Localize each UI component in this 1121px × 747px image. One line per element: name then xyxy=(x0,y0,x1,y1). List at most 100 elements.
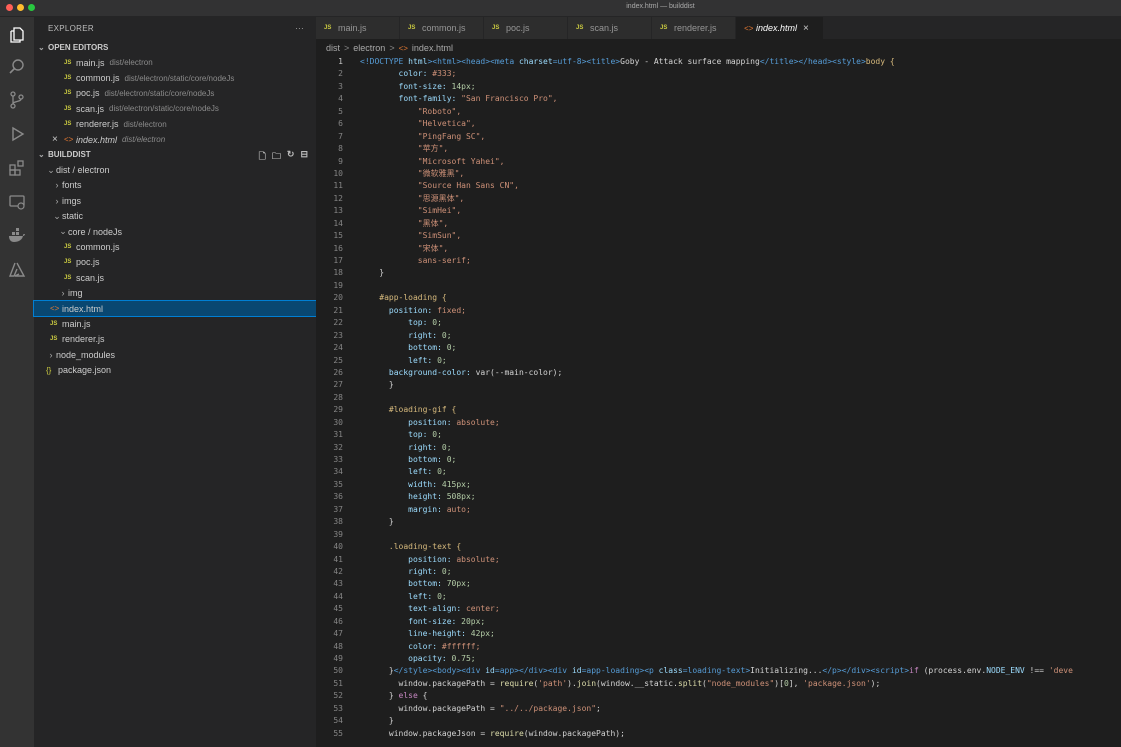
code-line[interactable]: 48 color: #ffffff; xyxy=(316,641,1121,653)
code-line[interactable]: 6 "Helvetica", xyxy=(316,118,1121,130)
tree-file-index-html[interactable]: <> index.html xyxy=(33,299,317,318)
tree-folder-dist[interactable]: ⌄ dist / electron xyxy=(34,162,316,177)
code-line[interactable]: 27 } xyxy=(316,379,1121,391)
close-tab-icon[interactable]: × xyxy=(803,23,809,34)
tree-folder-static[interactable]: ⌄ static xyxy=(34,209,316,224)
open-editor-item[interactable]: JS common.js dist/electron/static/core/n… xyxy=(34,70,316,85)
code-line[interactable]: 35 width: 415px; xyxy=(316,479,1121,491)
breadcrumb-dist[interactable]: dist xyxy=(326,43,340,53)
code-line[interactable]: 2 color: #333; xyxy=(316,68,1121,80)
code-line[interactable]: 32 right: 0; xyxy=(316,442,1121,454)
code-line[interactable]: 37 margin: auto; xyxy=(316,504,1121,516)
tree-file-renderer[interactable]: JS renderer.js xyxy=(34,332,316,347)
code-line[interactable]: 5 "Roboto", xyxy=(316,106,1121,118)
code-line[interactable]: 54 } xyxy=(316,715,1121,727)
code-line[interactable]: 22 top: 0; xyxy=(316,317,1121,329)
run-debug-icon[interactable] xyxy=(7,124,27,144)
code-line[interactable]: 18 } xyxy=(316,267,1121,279)
code-line[interactable]: 11 "Source Han Sans CN", xyxy=(316,180,1121,192)
open-editor-item[interactable]: JS main.js dist/electron xyxy=(34,55,316,70)
tree-file-poc[interactable]: JS poc.js xyxy=(34,255,316,270)
code-line[interactable]: 51 window.packagePath = require('path').… xyxy=(316,678,1121,690)
docker-icon[interactable] xyxy=(7,226,27,246)
code-line[interactable]: 28 xyxy=(316,392,1121,404)
code-line[interactable]: 36 height: 508px; xyxy=(316,491,1121,503)
search-icon[interactable] xyxy=(7,57,27,77)
code-line[interactable]: 8 "苹方", xyxy=(316,143,1121,155)
code-line[interactable]: 39 xyxy=(316,529,1121,541)
code-line[interactable]: 40 .loading-text { xyxy=(316,541,1121,553)
source-control-icon[interactable] xyxy=(7,90,27,110)
code-line[interactable]: 26 background-color: var(--main-color); xyxy=(316,367,1121,379)
tree-file-scan[interactable]: JS scan.js xyxy=(34,270,316,285)
azure-icon[interactable] xyxy=(7,260,27,280)
code-line[interactable]: 23 right: 0; xyxy=(316,330,1121,342)
tab-scan-js[interactable]: JS scan.js xyxy=(568,17,652,39)
code-line[interactable]: 13 "SimHei", xyxy=(316,205,1121,217)
breadcrumb-electron[interactable]: electron xyxy=(353,43,385,53)
tree-file-common[interactable]: JS common.js xyxy=(34,239,316,254)
code-line[interactable]: 45 text-align: center; xyxy=(316,603,1121,615)
tree-file-main[interactable]: JS main.js xyxy=(34,316,316,331)
tree-folder-node-modules[interactable]: › node_modules xyxy=(34,347,316,362)
tab-poc-js[interactable]: JS poc.js xyxy=(484,17,568,39)
code-line[interactable]: 44 left: 0; xyxy=(316,591,1121,603)
open-editor-item[interactable]: JS renderer.js dist/electron xyxy=(34,117,316,132)
code-line[interactable]: 55 window.packageJson = require(window.p… xyxy=(316,728,1121,740)
code-line[interactable]: 42 right: 0; xyxy=(316,566,1121,578)
code-line[interactable]: 19 xyxy=(316,280,1121,292)
code-line[interactable]: 50 }</style><body><div id=app></div><div… xyxy=(316,665,1121,677)
code-line[interactable]: 30 position: absolute; xyxy=(316,417,1121,429)
folder-label: dist / electron xyxy=(56,165,110,176)
project-section[interactable]: ⌄ BUILDDIST 🗋 🗀 ↻ ⊟ xyxy=(34,147,316,162)
tree-folder-imgs[interactable]: › imgs xyxy=(34,193,316,208)
code-line[interactable]: 15 "SimSun", xyxy=(316,230,1121,242)
code-line[interactable]: 41 position: absolute; xyxy=(316,554,1121,566)
explorer-icon[interactable] xyxy=(7,25,27,45)
code-line[interactable]: 38 } xyxy=(316,516,1121,528)
code-line[interactable]: 20 #app-loading { xyxy=(316,292,1121,304)
extensions-icon[interactable] xyxy=(7,158,27,178)
tab-renderer-js[interactable]: JS renderer.js xyxy=(652,17,736,39)
code-line[interactable]: 7 "PingFang SC", xyxy=(316,131,1121,143)
open-editors-section[interactable]: ⌄ OPEN EDITORS xyxy=(34,40,316,55)
code-line[interactable]: 14 "黑体", xyxy=(316,218,1121,230)
more-actions-icon[interactable]: ··· xyxy=(295,24,304,33)
close-icon[interactable]: × xyxy=(52,134,64,145)
code-line[interactable]: 3 font-size: 14px; xyxy=(316,81,1121,93)
remote-explorer-icon[interactable] xyxy=(7,192,27,212)
code-line[interactable]: 47 line-height: 42px; xyxy=(316,628,1121,640)
code-line[interactable]: 9 "Microsoft Yahei", xyxy=(316,156,1121,168)
code-line[interactable]: 21 position: fixed; xyxy=(316,305,1121,317)
code-line[interactable]: 46 font-size: 20px; xyxy=(316,616,1121,628)
code-line[interactable]: 17 sans-serif; xyxy=(316,255,1121,267)
code-line[interactable]: 10 "微软雅黑", xyxy=(316,168,1121,180)
tree-folder-fonts[interactable]: › fonts xyxy=(34,178,316,193)
chevron-down-icon: ⌄ xyxy=(38,43,45,52)
open-editor-item[interactable]: JS poc.js dist/electron/static/core/node… xyxy=(34,86,316,101)
code-line[interactable]: 49 opacity: 0.75; xyxy=(316,653,1121,665)
code-line[interactable]: 53 window.packagePath = "../../package.j… xyxy=(316,703,1121,715)
code-line[interactable]: 16 "宋体", xyxy=(316,243,1121,255)
code-editor[interactable]: 1 <!DOCTYPE html><html><head><meta charse… xyxy=(316,56,1121,747)
code-line[interactable]: 4 font-family: "San Francisco Pro", xyxy=(316,93,1121,105)
open-editor-item[interactable]: JS scan.js dist/electron/static/core/nod… xyxy=(34,101,316,116)
code-line[interactable]: 43 bottom: 70px; xyxy=(316,578,1121,590)
breadcrumb-file[interactable]: index.html xyxy=(412,43,453,53)
tree-file-package-json[interactable]: {} package.json xyxy=(34,362,316,377)
code-line[interactable]: 34 left: 0; xyxy=(316,466,1121,478)
code-line[interactable]: 33 bottom: 0; xyxy=(316,454,1121,466)
open-editor-item-active[interactable]: × <> index.html dist/electron xyxy=(34,132,316,147)
tree-folder-img[interactable]: › img xyxy=(34,285,316,300)
code-line[interactable]: 12 "思源黑体", xyxy=(316,193,1121,205)
tree-folder-core[interactable]: ⌄ core / nodeJs xyxy=(34,224,316,239)
tab-main-js[interactable]: JS main.js xyxy=(316,17,400,39)
tab-index-html[interactable]: <> index.html × xyxy=(736,17,824,39)
tab-common-js[interactable]: JS common.js xyxy=(400,17,484,39)
code-line[interactable]: 1 <!DOCTYPE html><html><head><meta charse… xyxy=(316,56,1121,68)
code-line[interactable]: 25 left: 0; xyxy=(316,355,1121,367)
code-line[interactable]: 52 } else { xyxy=(316,690,1121,702)
code-line[interactable]: 24 bottom: 0; xyxy=(316,342,1121,354)
code-line[interactable]: 29 #loading-gif { xyxy=(316,404,1121,416)
code-line[interactable]: 31 top: 0; xyxy=(316,429,1121,441)
